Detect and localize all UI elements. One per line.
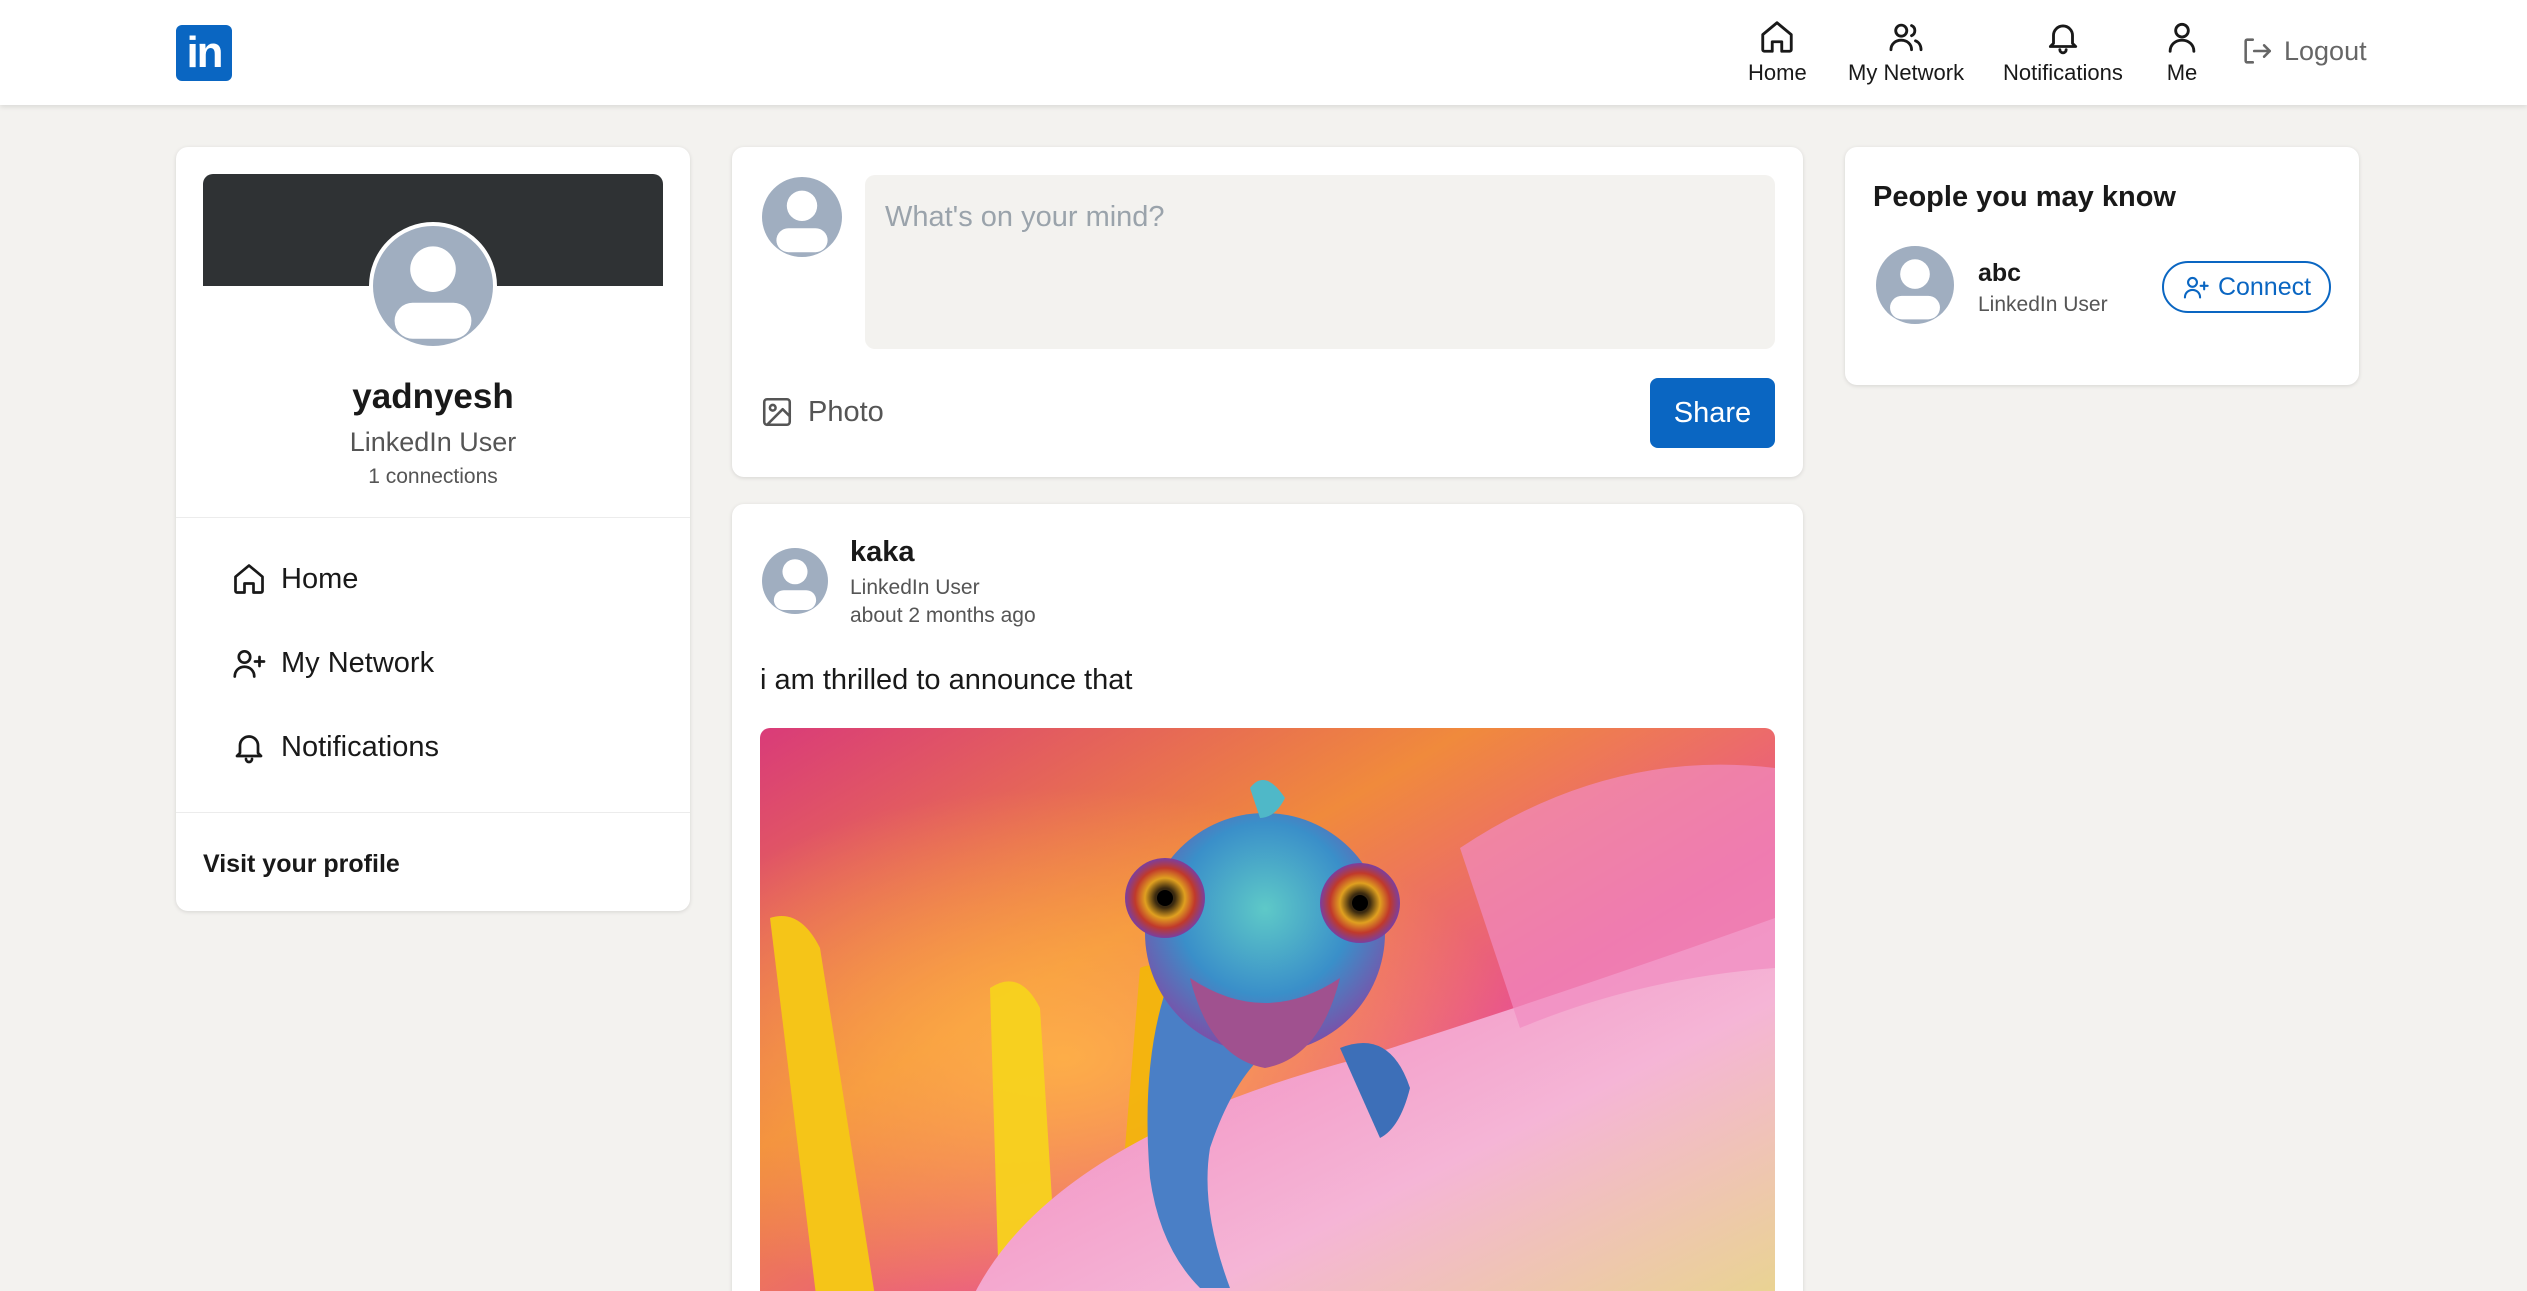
post-text: i am thrilled to announce that — [760, 664, 1133, 696]
profile-avatar[interactable] — [369, 222, 497, 350]
profile-title: LinkedIn User — [349, 427, 517, 457]
user-plus-icon — [233, 649, 266, 678]
post-author-avatar[interactable] — [762, 548, 828, 614]
avatar-placeholder-icon — [1890, 259, 1940, 320]
nav-me-label: Me — [2166, 60, 2198, 85]
bell-icon — [235, 735, 263, 764]
chameleon-image — [760, 728, 1775, 1291]
post-author-subtitle: LinkedIn User — [850, 576, 980, 599]
profile-card: yadnyesh LinkedIn User 1 connections Hom… — [176, 147, 690, 911]
people-icon — [1889, 23, 1923, 52]
nav-home[interactable]: Home — [1748, 18, 1807, 88]
user-plus-icon — [2183, 276, 2209, 299]
nav-notifications-label: Notifications — [2003, 60, 2123, 85]
home-icon — [1761, 21, 1794, 53]
nav-notifications[interactable]: Notifications — [2003, 18, 2123, 88]
logout-icon — [2244, 38, 2272, 64]
avatar-placeholder-icon — [394, 246, 472, 339]
sidebar-item-home[interactable]: Home — [231, 561, 358, 597]
avatar-placeholder-icon — [776, 190, 828, 253]
sidebar-item-my-network[interactable]: My Network — [231, 645, 434, 681]
home-icon — [234, 564, 264, 594]
sidebar-item-notifications[interactable]: Notifications — [231, 729, 439, 765]
share-button[interactable]: Share — [1650, 378, 1775, 448]
sidebar-item-label: My Network — [281, 646, 435, 679]
bell-icon — [2048, 24, 2078, 55]
logout-label: Logout — [2284, 35, 2367, 66]
nav-my-network-label: My Network — [1848, 60, 1965, 85]
nav-me[interactable]: Me — [2163, 18, 2201, 88]
linkedin-logo[interactable]: in — [176, 25, 232, 81]
suggestion-subtitle: LinkedIn User — [1978, 293, 2108, 316]
connect-button[interactable]: Connect — [2162, 261, 2331, 313]
composer-avatar — [762, 177, 842, 257]
image-icon — [762, 397, 792, 427]
sidebar-item-label: Notifications — [281, 730, 439, 763]
profile-connections: 1 connections — [368, 465, 498, 488]
logout-button[interactable]: Logout — [2240, 34, 2367, 68]
user-icon — [2168, 22, 2196, 53]
profile-name: yadnyesh — [352, 377, 514, 416]
nav-home-label: Home — [1748, 60, 1807, 85]
suggestion-avatar[interactable] — [1876, 246, 1954, 324]
visit-profile-link[interactable]: Visit your profile — [203, 850, 400, 879]
add-photo-label: Photo — [808, 395, 884, 428]
post-image[interactable] — [760, 728, 1775, 1291]
connect-label: Connect — [2217, 272, 2312, 301]
divider — [176, 812, 690, 813]
top-navigation-bar: in Home My Network Notifications Me Logo… — [0, 0, 2527, 105]
divider — [176, 517, 690, 518]
feed-post: kaka LinkedIn User about 2 months ago i … — [732, 504, 1803, 1291]
suggestion-name[interactable]: abc — [1978, 259, 2021, 288]
people-you-may-know-card: People you may know abc LinkedIn User Co… — [1845, 147, 2359, 385]
nav-my-network[interactable]: My Network — [1848, 18, 1964, 88]
post-author-name[interactable]: kaka — [850, 536, 915, 569]
add-photo-button[interactable]: Photo — [760, 395, 884, 429]
people-you-may-know-title: People you may know — [1873, 181, 2176, 213]
avatar-placeholder-icon — [773, 559, 817, 611]
post-text-input[interactable] — [865, 175, 1775, 349]
post-timestamp: about 2 months ago — [850, 604, 1036, 627]
sidebar-item-label: Home — [281, 562, 359, 595]
post-composer: Photo Share — [732, 147, 1803, 477]
